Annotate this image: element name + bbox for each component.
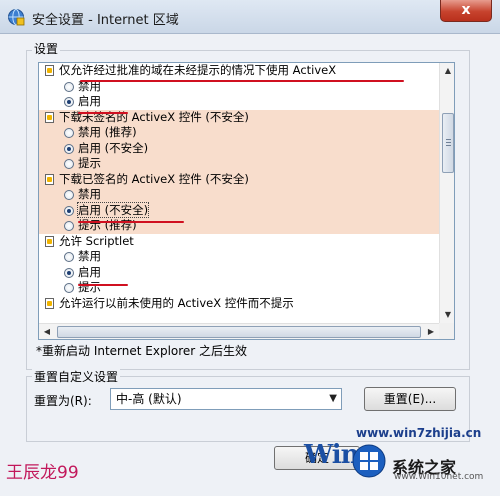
setting-option[interactable]: 启用 (不安全): [39, 141, 439, 157]
radio-button[interactable]: [64, 159, 74, 169]
restart-note: *重新启动 Internet Explorer 之后生效: [36, 344, 248, 358]
setting-heading-label: 允许运行以前未使用的 ActiveX 控件而不提示: [59, 295, 294, 310]
vertical-scrollbar[interactable]: ▲ ▼: [439, 63, 454, 323]
security-level-select[interactable]: 中-高 (默认) ▼: [110, 388, 342, 410]
annotation-underline: [78, 112, 128, 114]
annotation-underline: [78, 284, 128, 286]
option-label: 提示: [78, 280, 101, 294]
reset-to-label: 重置为(R):: [34, 394, 92, 408]
vertical-scroll-thumb[interactable]: [442, 113, 454, 173]
radio-button[interactable]: [64, 283, 74, 293]
option-label: 禁用 (推荐): [78, 125, 137, 139]
option-label-focused: 启用 (不安全): [76, 201, 150, 218]
grip-line: [446, 145, 451, 146]
setting-page-icon: [45, 173, 54, 185]
radio-button-checked[interactable]: [64, 143, 74, 154]
setting-section: 下载未签名的 ActiveX 控件 (不安全) 禁用 (推荐) 启用 (不安全)…: [39, 109, 439, 172]
scroll-up-arrow-icon[interactable]: ▲: [440, 63, 454, 79]
title-bar: 安全设置 - Internet 区域 x: [0, 0, 500, 34]
radio-button[interactable]: [64, 221, 74, 231]
setting-heading: 仅允许经过批准的域在未经提示的情况下使用 ActiveX: [39, 63, 439, 79]
radio-button[interactable]: [64, 81, 74, 92]
setting-option[interactable]: 提示: [39, 156, 439, 172]
setting-option[interactable]: 启用: [39, 94, 439, 110]
setting-heading-label: 下载已签名的 ActiveX 控件 (不安全): [59, 171, 249, 186]
setting-section: 允许 Scriptlet 禁用 启用 提示: [39, 234, 439, 296]
logo-domain-text: www.win7zhijia.cn: [356, 426, 482, 440]
setting-page-icon: [45, 297, 54, 309]
horizontal-scrollbar[interactable]: ◀ ▶: [39, 323, 439, 339]
radio-button[interactable]: [64, 252, 74, 262]
scroll-left-arrow-icon[interactable]: ◀: [39, 324, 55, 339]
radio-button-checked[interactable]: [64, 267, 74, 278]
scrollbar-corner: [439, 323, 454, 339]
windows-logo-icon: [352, 444, 386, 478]
setting-option[interactable]: 提示: [39, 280, 439, 296]
setting-option[interactable]: 禁用: [39, 249, 439, 265]
window-title: 安全设置 - Internet 区域: [32, 13, 179, 28]
radio-button-checked[interactable]: [64, 97, 74, 107]
option-label: 启用: [78, 94, 101, 108]
setting-page-icon: [45, 111, 54, 123]
scroll-down-arrow-icon[interactable]: ▼: [440, 307, 454, 323]
option-label: 启用 (不安全): [78, 140, 149, 155]
close-button[interactable]: x: [440, 0, 492, 22]
setting-page-icon: [45, 235, 54, 247]
option-label: 启用: [78, 264, 101, 279]
setting-section: 下载已签名的 ActiveX 控件 (不安全) 禁用 启用 (不安全) 提示 (…: [39, 171, 439, 234]
option-label: 禁用: [78, 249, 101, 263]
logo-url-text: www.Win10net.com: [394, 472, 484, 482]
setting-option[interactable]: 禁用 (推荐): [39, 125, 439, 141]
setting-heading-label: 允许 Scriptlet: [59, 233, 134, 248]
grip-line: [446, 139, 451, 140]
author-watermark: 王辰龙99: [6, 463, 79, 483]
reset-group-label: 重置自定义设置: [32, 368, 121, 385]
security-level-value: 中-高 (默认): [116, 392, 182, 406]
settings-group-label: 设置: [32, 40, 61, 57]
reset-button[interactable]: 重置(E)...: [364, 387, 456, 411]
horizontal-scroll-thumb[interactable]: [57, 326, 421, 338]
option-label: 禁用: [78, 187, 101, 201]
annotation-underline: [78, 221, 184, 223]
radio-button[interactable]: [64, 128, 74, 138]
setting-option[interactable]: 启用 (不安全): [39, 201, 439, 219]
grip-line: [446, 142, 451, 143]
setting-heading: 允许运行以前未使用的 ActiveX 控件而不提示: [39, 296, 439, 312]
setting-heading: 下载已签名的 ActiveX 控件 (不安全): [39, 172, 439, 188]
option-label: 提示: [78, 156, 101, 170]
radio-button-checked[interactable]: [64, 205, 74, 216]
ie-security-icon: [8, 9, 25, 26]
setting-option[interactable]: 启用: [39, 265, 439, 281]
setting-heading-label: 仅允许经过批准的域在未经提示的情况下使用 ActiveX: [59, 63, 337, 77]
annotation-underline: [80, 80, 404, 82]
settings-list[interactable]: 仅允许经过批准的域在未经提示的情况下使用 ActiveX 禁用 启用 下载未签名…: [38, 62, 455, 340]
setting-option[interactable]: 禁用: [39, 187, 439, 203]
setting-page-icon: [45, 65, 54, 76]
scroll-right-arrow-icon[interactable]: ▶: [423, 324, 439, 339]
site-logo: www.win7zhijia.cn Win 系统之家 www.Win10net.…: [300, 420, 496, 486]
radio-button[interactable]: [64, 190, 74, 200]
logo-win-text: Win: [304, 440, 360, 470]
setting-heading: 允许 Scriptlet: [39, 234, 439, 250]
setting-section: 仅允许经过批准的域在未经提示的情况下使用 ActiveX 禁用 启用: [39, 63, 439, 110]
dropdown-arrow-icon[interactable]: ▼: [329, 389, 337, 409]
setting-section: 允许运行以前未使用的 ActiveX 控件而不提示: [39, 296, 439, 312]
